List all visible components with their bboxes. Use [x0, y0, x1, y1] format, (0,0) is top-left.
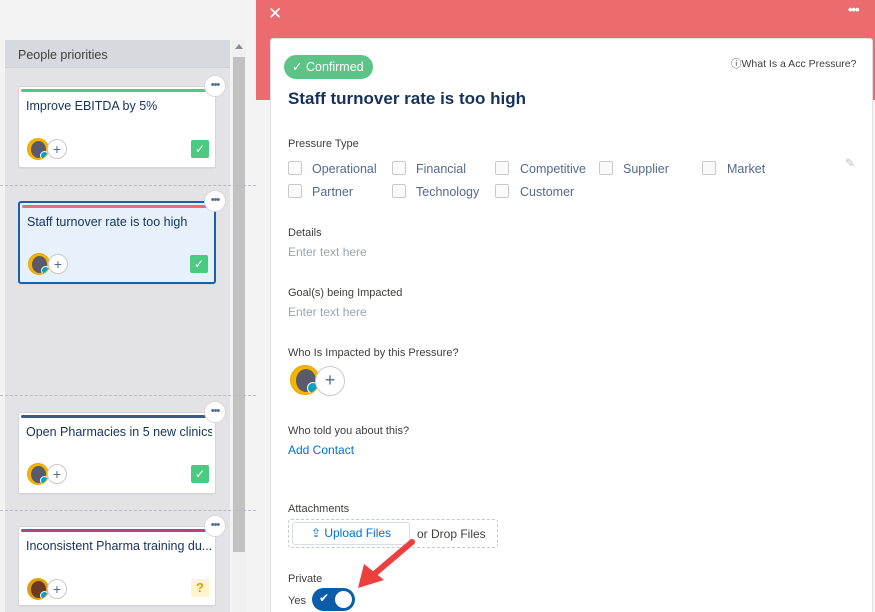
more-icon[interactable]: •••	[204, 401, 226, 423]
told-label: Who told you about this?	[288, 425, 410, 437]
checkbox-label: Technology	[416, 185, 480, 199]
priority-card[interactable]: Open Pharmacies in 5 new clinics ••• + ✓	[18, 401, 226, 494]
check-icon[interactable]: ✓	[190, 255, 208, 273]
more-icon[interactable]: •••	[848, 2, 860, 17]
avatar[interactable]	[28, 253, 50, 275]
details-input[interactable]: Enter text here	[288, 245, 367, 259]
checkbox-label: Operational	[312, 162, 377, 176]
priority-card-selected[interactable]: Staff turnover rate is too high ••• + ✓	[18, 190, 226, 284]
checkbox-customer[interactable]	[495, 184, 509, 198]
private-toggle[interactable]: ✔	[312, 588, 355, 611]
column-header: People priorities	[5, 40, 230, 68]
details-label: Details	[288, 227, 322, 239]
avatar[interactable]	[27, 138, 49, 160]
scroll-up-icon[interactable]	[235, 44, 243, 49]
info-icon: ⓘ	[731, 58, 742, 70]
status-label: Confirmed	[305, 60, 364, 74]
card-title: Open Pharmacies in 5 new clinics	[26, 425, 212, 439]
goals-label: Goal(s) being Impacted	[288, 287, 403, 299]
card-title: Improve EBITDA by 5%	[26, 99, 158, 113]
add-impacted-person-button[interactable]: +	[315, 366, 345, 396]
checkbox-label: Competitive	[520, 162, 586, 176]
checkbox-operational[interactable]	[288, 161, 302, 175]
row-divider	[0, 395, 256, 396]
check-icon[interactable]: ✓	[191, 465, 209, 483]
avatar[interactable]	[27, 463, 49, 485]
drop-files-text: or Drop Files	[417, 527, 486, 541]
avatar[interactable]	[27, 578, 49, 600]
add-contact-link[interactable]: Add Contact	[288, 443, 354, 457]
priority-card[interactable]: Improve EBITDA by 5% ••• + ✓	[18, 75, 226, 168]
private-label: Private	[288, 573, 323, 585]
status-badge[interactable]: ✓ Confirmed	[284, 55, 373, 79]
page-title: Staff turnover rate is too high	[288, 89, 527, 108]
row-divider	[0, 185, 256, 186]
impacted-label: Who Is Impacted by this Pressure?	[288, 347, 459, 359]
help-link[interactable]: ⓘWhat Is a Acc Pressure?	[731, 56, 856, 71]
add-person-button[interactable]: +	[47, 579, 67, 599]
goals-input[interactable]: Enter text here	[288, 305, 367, 319]
checkbox-partner[interactable]	[288, 184, 302, 198]
checkbox-label: Partner	[312, 185, 353, 199]
add-person-button[interactable]: +	[47, 139, 67, 159]
more-icon[interactable]: •••	[204, 75, 226, 97]
add-person-button[interactable]: +	[47, 464, 67, 484]
check-icon: ✓	[292, 60, 303, 74]
checkbox-label: Customer	[520, 185, 575, 199]
card-title: Inconsistent Pharma training du...	[26, 539, 212, 553]
checkbox-market[interactable]	[702, 161, 716, 175]
check-icon[interactable]: ✓	[191, 140, 209, 158]
question-icon[interactable]: ?	[191, 579, 209, 597]
more-icon[interactable]: •••	[204, 515, 226, 537]
priority-card[interactable]: Inconsistent Pharma training du... ••• +…	[18, 515, 226, 606]
private-value: Yes	[288, 595, 306, 607]
check-icon: ✔	[319, 591, 330, 605]
card-color-bar	[21, 415, 213, 418]
column-title: People priorities	[18, 48, 108, 62]
card-title: Staff turnover rate is too high	[27, 215, 188, 229]
checkbox-label: Market	[727, 162, 766, 176]
checkbox-label: Financial	[416, 162, 467, 176]
scrollbar-thumb[interactable]	[233, 57, 245, 552]
attachments-label: Attachments	[288, 503, 350, 515]
row-divider	[0, 510, 256, 511]
checkbox-competitive[interactable]	[495, 161, 509, 175]
card-color-bar	[22, 205, 212, 208]
pressure-type-label: Pressure Type	[288, 138, 359, 150]
checkbox-supplier[interactable]	[599, 161, 613, 175]
pencil-icon[interactable]: ✎	[845, 156, 855, 170]
upload-icon: ⇪	[310, 526, 321, 540]
add-person-button[interactable]: +	[48, 254, 68, 274]
card-color-bar	[21, 89, 213, 92]
checkbox-technology[interactable]	[392, 184, 406, 198]
checkbox-label: Supplier	[623, 162, 669, 176]
annotation-arrow-icon	[358, 539, 415, 588]
help-link-label: What Is a Acc Pressure?	[741, 58, 857, 70]
close-icon[interactable]: ✕	[268, 4, 282, 24]
checkbox-financial[interactable]	[392, 161, 406, 175]
card-color-bar	[21, 529, 213, 532]
more-icon[interactable]: •••	[204, 190, 226, 212]
